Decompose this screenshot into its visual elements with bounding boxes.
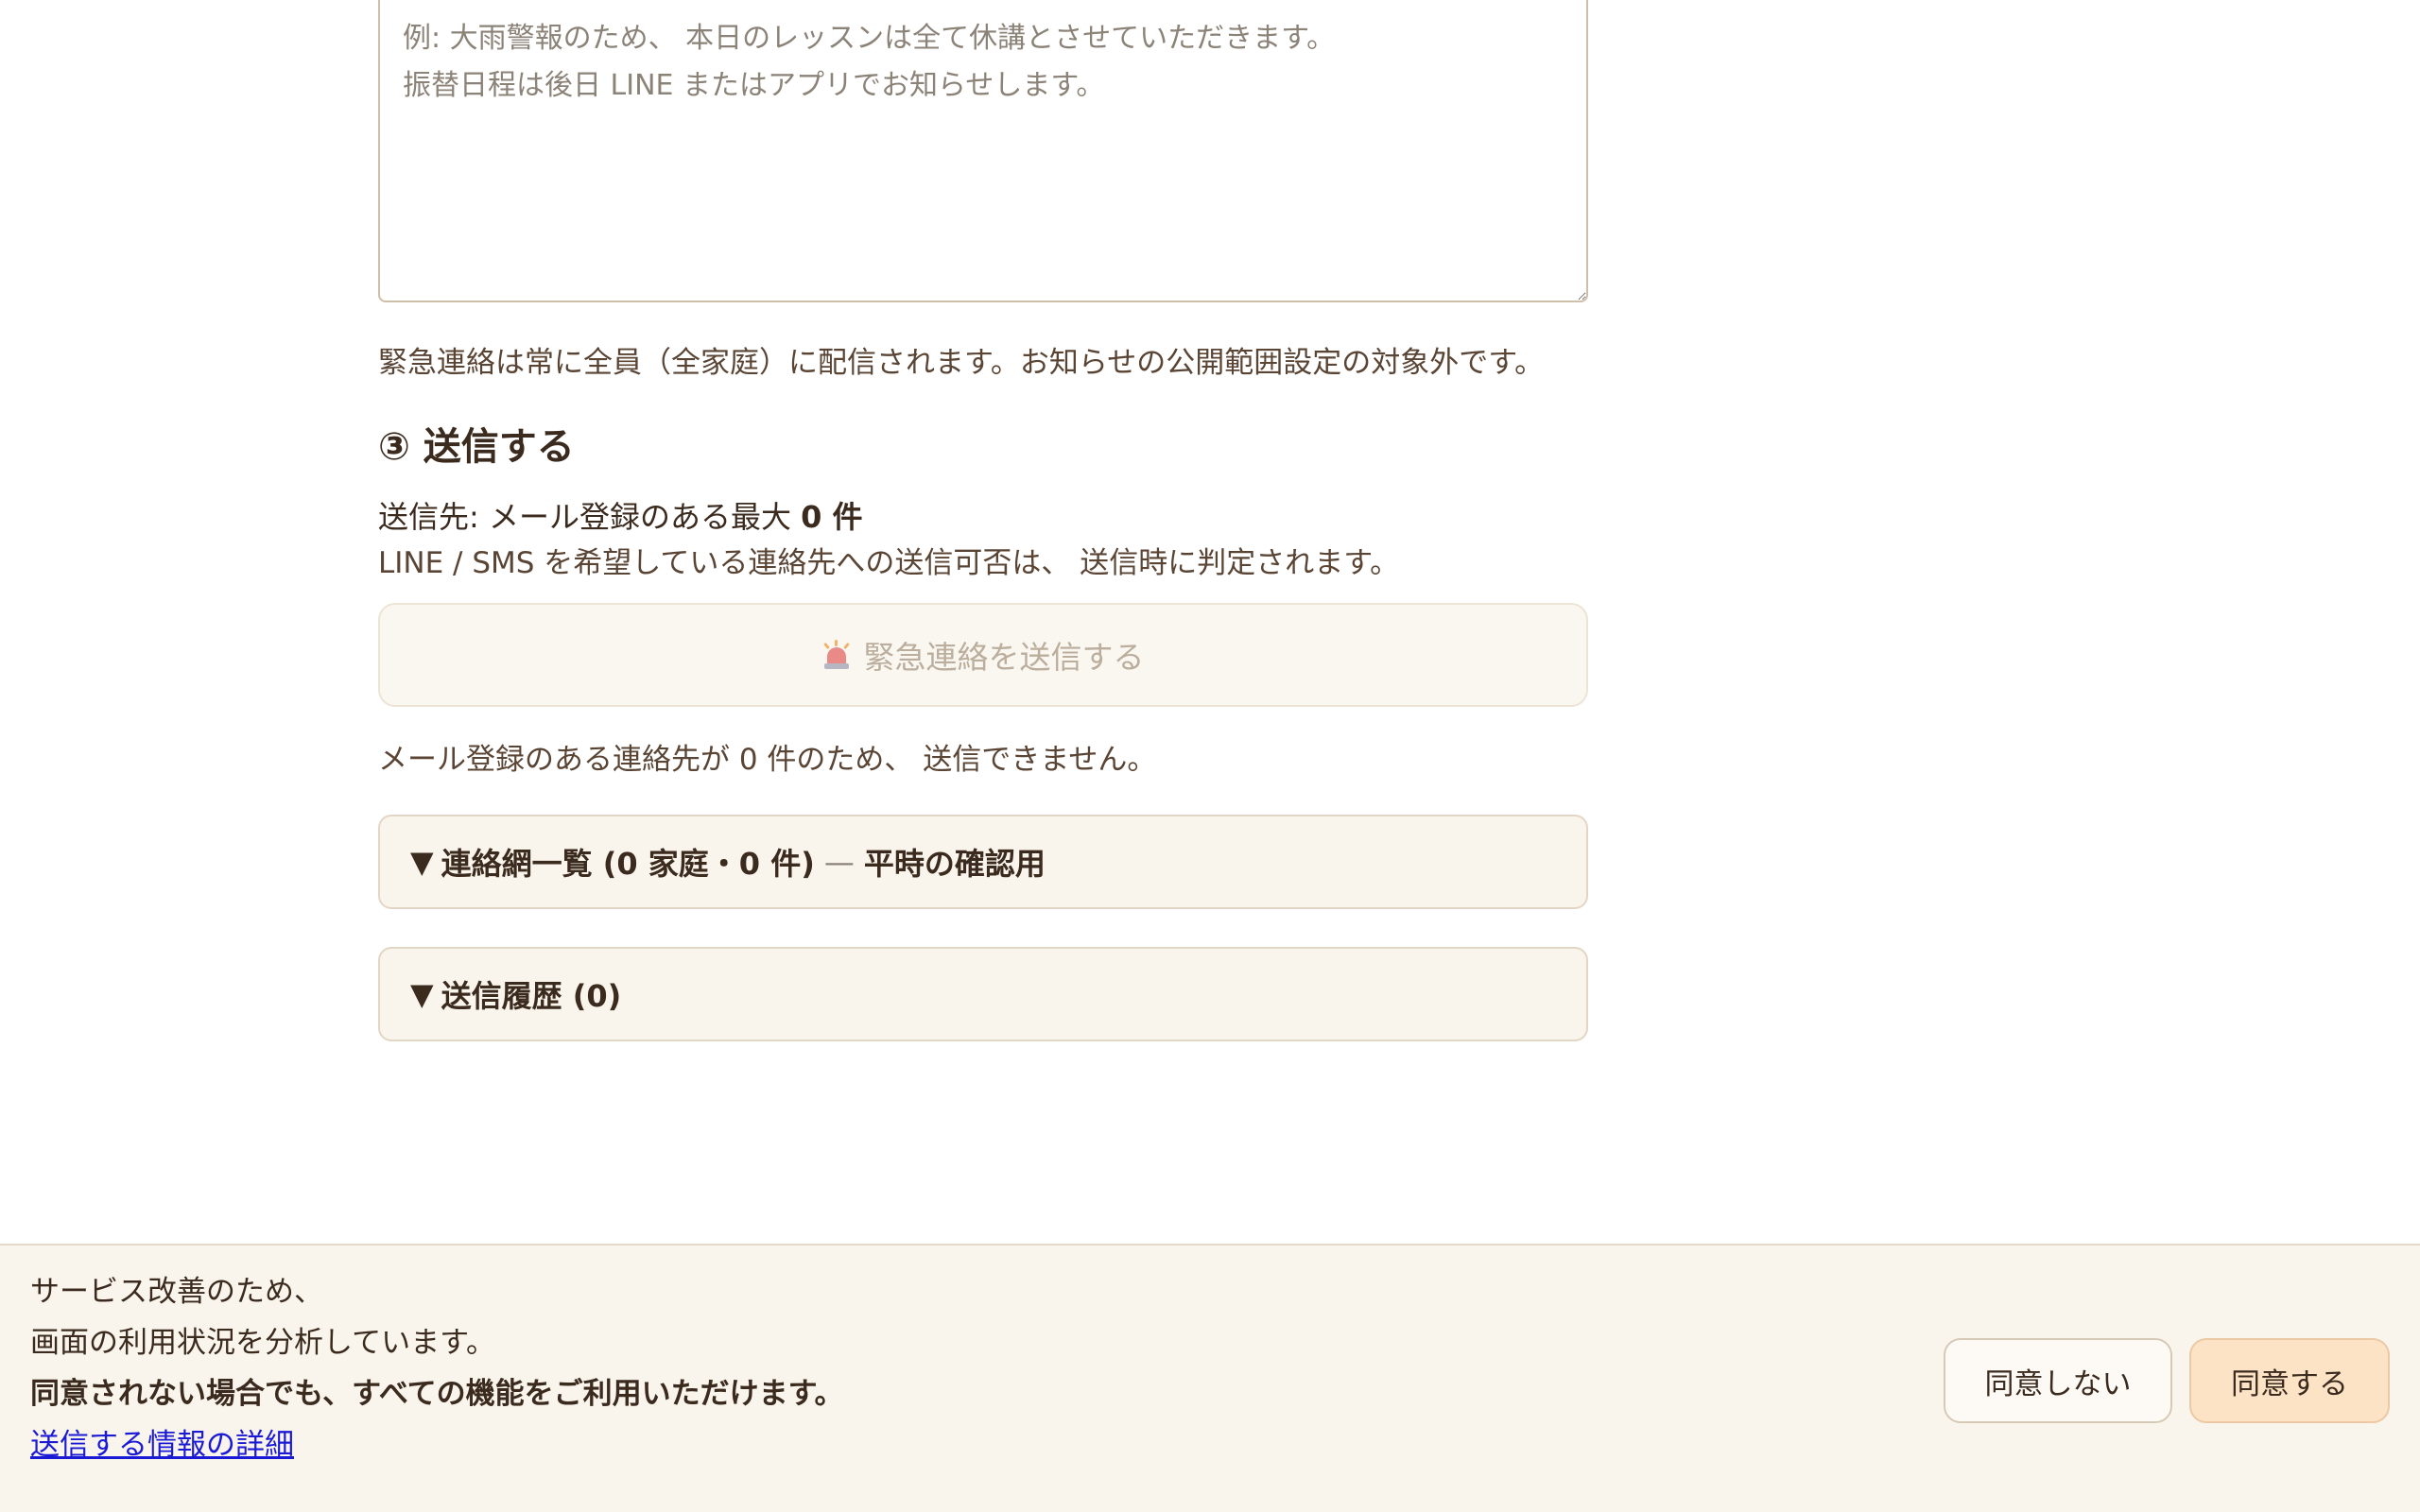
- history-accordion[interactable]: ▼ 送信履歴 (0): [378, 947, 1588, 1041]
- roster-separator: —: [823, 844, 855, 880]
- channel-note: LINE / SMS を希望している連絡先への送信可否は、 送信時に判定されます…: [378, 546, 1400, 580]
- accept-button[interactable]: 同意する: [2189, 1338, 2390, 1423]
- send-button-label: 緊急連絡を送信する: [863, 639, 1145, 676]
- triangle-down-icon: ▼: [410, 844, 434, 880]
- audience-note: 緊急連絡は常に全員（全家庭）に配信されます。お知らせの公開範囲設定の対象外です。: [378, 346, 1545, 380]
- cookie-consent-banner: サービス改善のため、 画面の利用状況を分析しています。 同意されない場合でも、す…: [0, 1244, 2420, 1512]
- roster-accordion-label: 連絡網一覧 (0 家庭・0 件): [441, 846, 815, 882]
- cookie-line-3: 同意されない場合でも、すべての機能をご利用いただけます。: [30, 1377, 844, 1411]
- roster-accordion-suffix: 平時の確認用: [863, 846, 1046, 882]
- page: 緊急連絡は常に全員（全家庭）に配信されます。お知らせの公開範囲設定の対象外です。…: [0, 0, 2420, 1512]
- cookie-consent-text: サービス改善のため、 画面の利用状況を分析しています。 同意されない場合でも、す…: [30, 1266, 844, 1470]
- recipient-prefix: 送信先: メール登録のある最大: [378, 499, 802, 535]
- siren-icon: [822, 640, 851, 670]
- decline-button[interactable]: 同意しない: [1944, 1338, 2172, 1423]
- history-accordion-label: 送信履歴 (0): [441, 978, 622, 1014]
- recipient-count: 0 件: [801, 499, 863, 535]
- triangle-down-icon: ▼: [410, 976, 434, 1012]
- recipient-summary: 送信先: メール登録のある最大 0 件: [378, 493, 863, 537]
- roster-accordion[interactable]: ▼ 連絡網一覧 (0 家庭・0 件) — 平時の確認用: [378, 815, 1588, 909]
- send-section-title: ③ 送信する: [378, 425, 575, 469]
- message-textarea[interactable]: [378, 0, 1588, 302]
- cookie-line-2: 画面の利用状況を分析しています。: [30, 1326, 495, 1360]
- cookie-details-link[interactable]: 送信する情報の詳細: [30, 1428, 294, 1462]
- send-emergency-button[interactable]: 緊急連絡を送信する: [378, 603, 1588, 707]
- cookie-line-1: サービス改善のため、: [30, 1275, 323, 1309]
- send-disabled-reason: メール登録のある連絡先が 0 件のため、 送信できません。: [378, 743, 1157, 777]
